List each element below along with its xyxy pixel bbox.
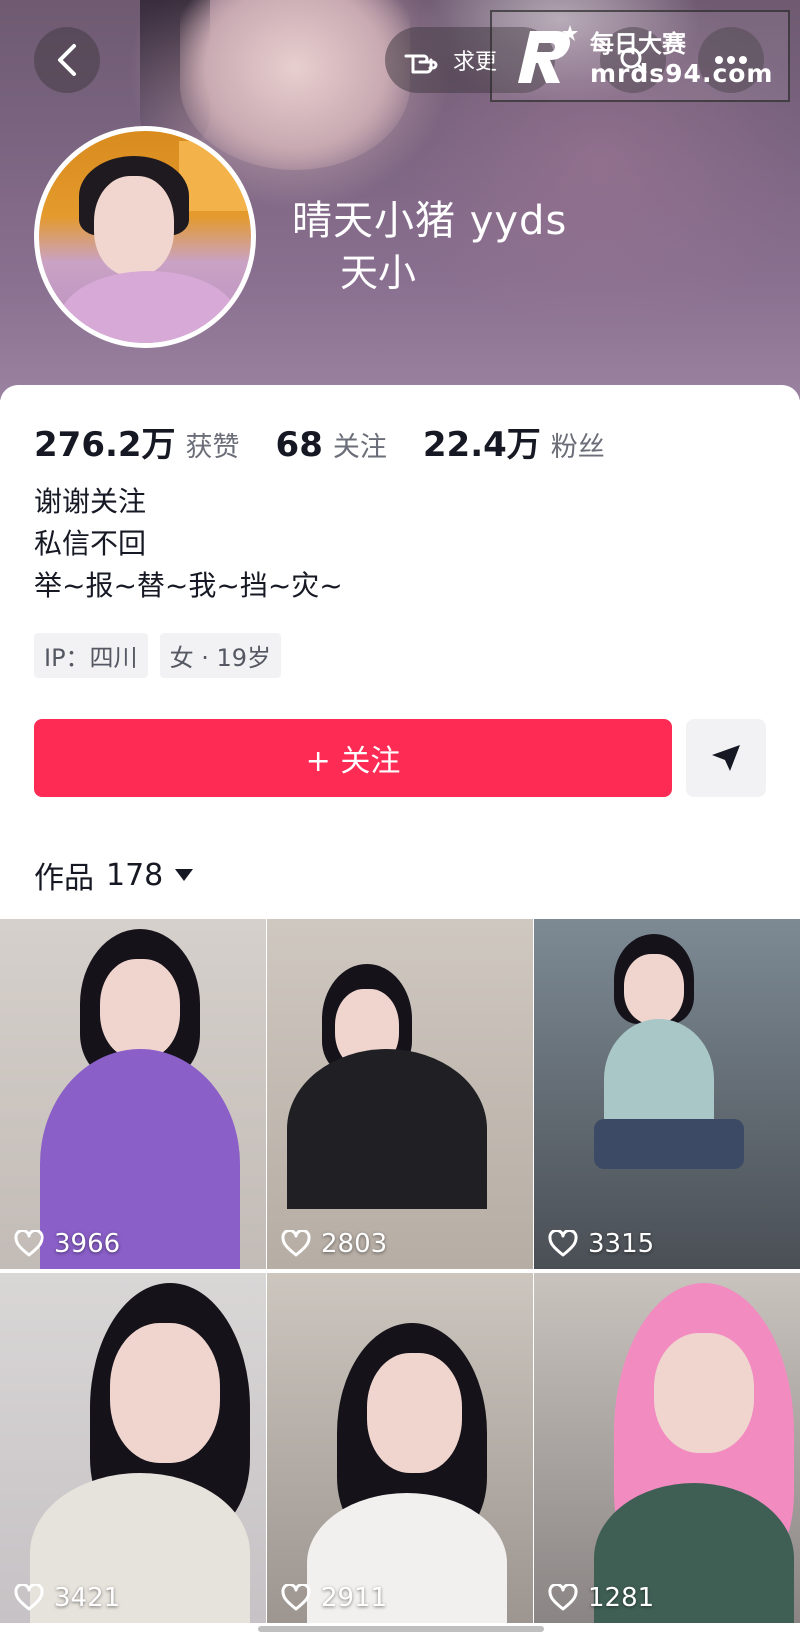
send-arrow-icon xyxy=(712,745,740,771)
heart-icon xyxy=(548,1584,578,1611)
heart-icon xyxy=(281,1584,311,1611)
avatar-face xyxy=(94,176,174,276)
works-label: 作品 xyxy=(34,861,94,896)
bio-line: 举~报~替~我~挡~灾~ xyxy=(34,569,343,602)
thumb-figure-face xyxy=(100,959,180,1059)
video-thumbnail[interactable]: 2911 xyxy=(267,1273,533,1623)
thumb-figure-face xyxy=(110,1323,220,1463)
watermark-text: 每日大赛 mrds94.com xyxy=(590,24,774,88)
video-thumbnail[interactable]: 3421 xyxy=(0,1273,266,1623)
avatar[interactable] xyxy=(34,126,256,348)
following-label[interactable]: 关注 xyxy=(333,425,387,464)
avatar-body xyxy=(59,271,239,343)
watermark-title: 每日大赛 xyxy=(590,30,686,58)
thumb-likes: 2911 xyxy=(281,1583,387,1613)
gender-age-tag: 女 · 19岁 xyxy=(159,633,281,678)
watermark-logo xyxy=(504,21,580,91)
video-thumbnail[interactable]: 1281 xyxy=(534,1273,800,1623)
heart-icon xyxy=(548,1230,578,1257)
works-tab[interactable]: 作品 178 xyxy=(34,853,194,897)
bio-line: 谢谢关注 xyxy=(34,485,147,518)
thumb-likes: 1281 xyxy=(548,1583,654,1613)
stats-row: 276.2万 获赞 68 关注 22.4万 粉丝 xyxy=(34,417,641,466)
likes-count: 1281 xyxy=(588,1583,655,1613)
likes-count: 3966 xyxy=(54,1229,121,1259)
profile-tags: IP：四川 女 · 19岁 xyxy=(34,633,281,678)
video-thumbnail[interactable]: 3966 xyxy=(0,919,266,1269)
follow-button[interactable]: + 关注 xyxy=(34,719,672,797)
watermark-url: mrds94.com xyxy=(590,59,774,88)
handle: 天小 xyxy=(340,251,417,295)
video-thumbnail[interactable]: 2803 xyxy=(267,919,533,1269)
chevron-left-icon xyxy=(58,44,76,76)
following-count[interactable]: 68 xyxy=(276,425,323,465)
home-indicator xyxy=(258,1626,544,1632)
likes-count: 2803 xyxy=(321,1229,388,1259)
works-count: 178 xyxy=(106,857,164,893)
likes-count: 276.2万 xyxy=(34,425,176,465)
thumb-likes: 2803 xyxy=(281,1229,387,1259)
thumb-likes: 3315 xyxy=(548,1229,654,1259)
profile-card: 276.2万 获赞 68 关注 22.4万 粉丝 谢谢关注 私信不回 举~报~替… xyxy=(0,385,800,1638)
works-grid: 3966 2803 3315 3421 2911 1281 xyxy=(0,919,800,1623)
r-logo-icon xyxy=(518,25,578,83)
bio-line: 私信不回 xyxy=(34,527,147,560)
thumb-figure-body xyxy=(287,1049,487,1209)
likes-label: 获赞 xyxy=(185,432,240,463)
caret-down-icon xyxy=(175,869,194,881)
heart-icon xyxy=(14,1230,44,1257)
ip-location-tag: IP：四川 xyxy=(34,633,148,678)
thumb-likes: 3421 xyxy=(14,1583,120,1613)
bio: 谢谢关注 私信不回 举~报~替~我~挡~灾~ xyxy=(34,481,343,607)
pointing-hand-icon xyxy=(404,54,438,74)
heart-icon xyxy=(14,1584,44,1611)
likes-count: 3421 xyxy=(54,1583,121,1613)
watermark: 每日大赛 mrds94.com xyxy=(490,10,790,102)
followers-count[interactable]: 22.4万 xyxy=(423,417,541,466)
followers-label[interactable]: 粉丝 xyxy=(551,425,605,464)
video-thumbnail[interactable]: 3315 xyxy=(534,919,800,1269)
heart-icon xyxy=(281,1230,311,1257)
message-button[interactable] xyxy=(686,719,766,797)
thumb-figure-face xyxy=(624,954,684,1024)
thumb-figure-face xyxy=(654,1333,754,1453)
likes-count: 3315 xyxy=(588,1229,655,1259)
thumb-likes: 3966 xyxy=(14,1229,120,1259)
thumb-figure-face xyxy=(367,1353,462,1473)
avatar-bg-shape xyxy=(179,141,251,211)
nickname: 晴天小猪 yyds xyxy=(292,198,568,244)
back-button[interactable] xyxy=(34,27,100,93)
likes-count: 2911 xyxy=(321,1583,388,1613)
thumb-figure-shorts xyxy=(594,1119,744,1169)
